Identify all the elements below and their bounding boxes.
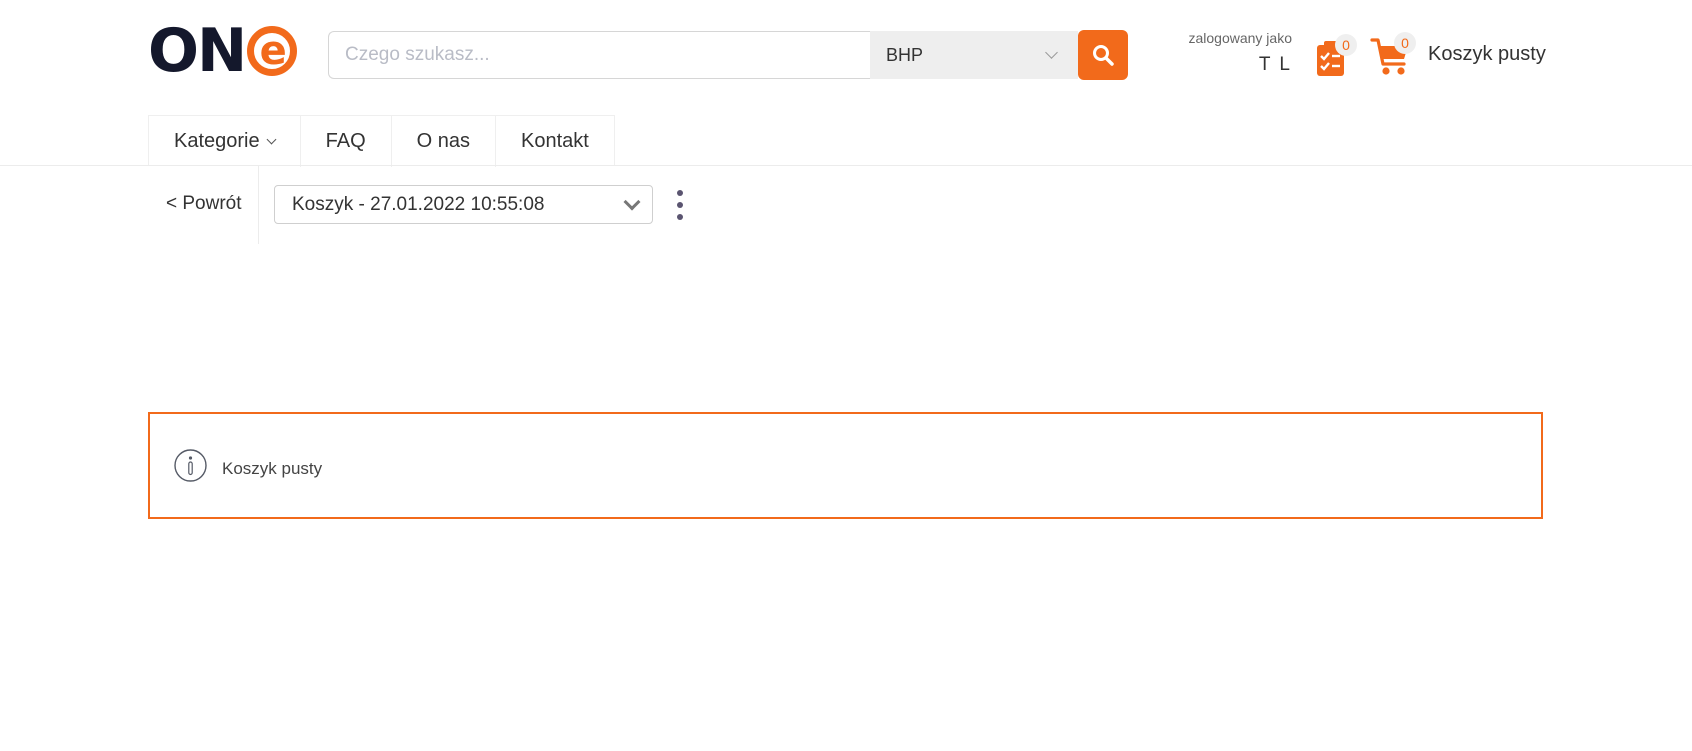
user-name: T L — [1258, 54, 1292, 75]
empty-cart-message: Koszyk pusty — [148, 412, 1543, 519]
shopping-list-count-badge: 0 — [1335, 34, 1357, 56]
kebab-menu-icon — [677, 190, 683, 196]
toolbar-divider — [258, 166, 259, 244]
user-info[interactable]: zalogowany jako T L — [1188, 30, 1292, 76]
message-text: Koszyk pusty — [222, 458, 323, 478]
search-icon — [1093, 45, 1114, 66]
cart-count-badge: 0 — [1394, 32, 1416, 54]
more-options-button[interactable] — [670, 190, 690, 220]
chevron-down-icon — [1045, 46, 1058, 59]
nav-item-label: Kontakt — [521, 130, 589, 152]
main-nav: Kategorie FAQ O nas Kontakt — [148, 115, 615, 167]
kebab-menu-icon — [677, 202, 683, 208]
nav-item-label: O nas — [416, 130, 470, 152]
logo-text: ON — [148, 16, 247, 86]
nav-divider — [0, 165, 1692, 166]
kebab-menu-icon — [677, 214, 683, 220]
cart-status-label[interactable]: Koszyk pusty — [1428, 43, 1546, 66]
logo-accent: e — [247, 26, 298, 76]
nav-item-about[interactable]: O nas — [392, 116, 496, 167]
cart-selector[interactable]: Koszyk - 27.01.2022 10:55:08 — [274, 185, 653, 224]
search-category-select[interactable]: BHP — [870, 31, 1078, 79]
cart-selector-value: Koszyk - 27.01.2022 10:55:08 — [292, 193, 545, 215]
cart-button[interactable]: 0 — [1370, 32, 1416, 78]
search-category-value: BHP — [886, 44, 924, 65]
search-input[interactable] — [328, 31, 870, 79]
back-link[interactable]: < Powrót — [166, 193, 242, 215]
chevron-down-icon — [623, 193, 641, 210]
nav-item-categories[interactable]: Kategorie — [149, 116, 301, 167]
nav-item-faq[interactable]: FAQ — [301, 116, 392, 167]
nav-item-contact[interactable]: Kontakt — [496, 116, 614, 167]
nav-item-label: FAQ — [325, 130, 366, 152]
search-bar: BHP — [328, 30, 1128, 80]
logo[interactable]: ON e — [148, 16, 298, 86]
user-prefix: zalogowany jako — [1188, 30, 1292, 46]
info-icon — [173, 448, 208, 483]
chevron-down-icon — [266, 134, 277, 144]
search-button[interactable] — [1078, 30, 1128, 80]
shopping-list-button[interactable]: 0 — [1313, 34, 1357, 78]
site-header: ONe BHP zalogowany jako T L 0 — [0, 0, 1692, 110]
nav-item-label: Kategorie — [174, 130, 260, 152]
